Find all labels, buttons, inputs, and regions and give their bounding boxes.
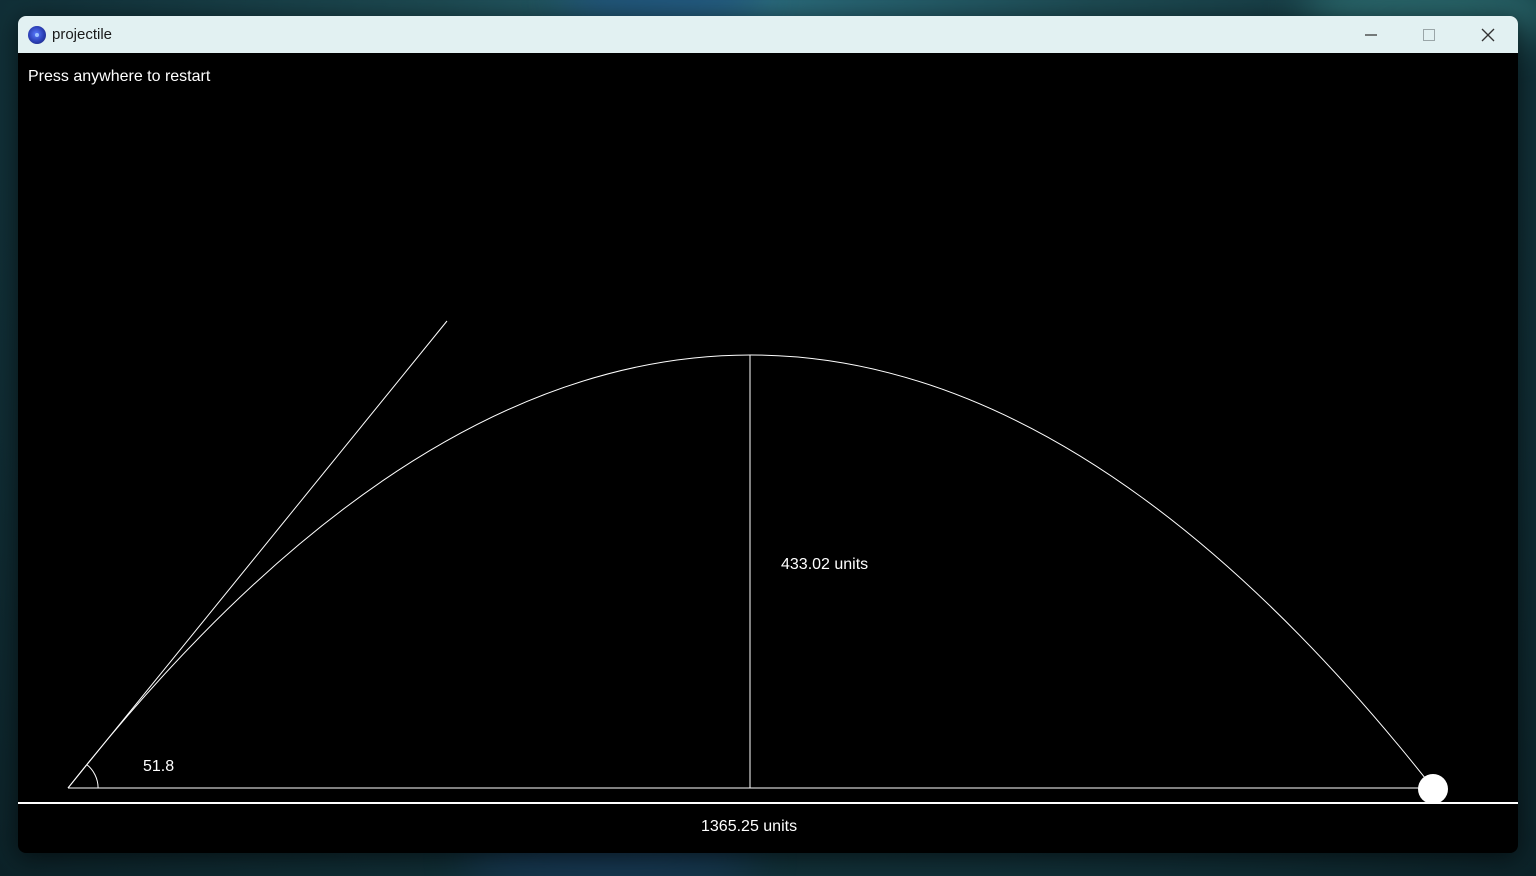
app-icon <box>28 25 46 44</box>
minimize-button[interactable] <box>1342 16 1400 53</box>
max-height-label: 433.02 units <box>781 556 869 573</box>
projectile-ball <box>1418 774 1448 804</box>
launch-direction-line <box>67 320 448 789</box>
minimize-icon <box>1365 33 1377 36</box>
range-label: 1365.25 units <box>701 818 798 835</box>
trajectory-drawing <box>18 320 1518 804</box>
launch-angle-label: 51.8 <box>143 758 175 775</box>
maximize-icon <box>1423 28 1435 41</box>
angle-arc <box>86 764 99 789</box>
simulation-canvas[interactable]: Press anywhere to restart 51.8 433.02 un… <box>18 53 1518 853</box>
maximize-button[interactable] <box>1400 16 1458 53</box>
restart-hint: Press anywhere to restart <box>28 68 211 85</box>
window-title: projectile <box>52 26 113 43</box>
title-bar[interactable]: projectile <box>18 16 1518 53</box>
app-window: projectile Press anywhere to restart 51.… <box>18 16 1518 853</box>
close-button[interactable] <box>1459 16 1517 53</box>
close-icon <box>1481 28 1495 41</box>
